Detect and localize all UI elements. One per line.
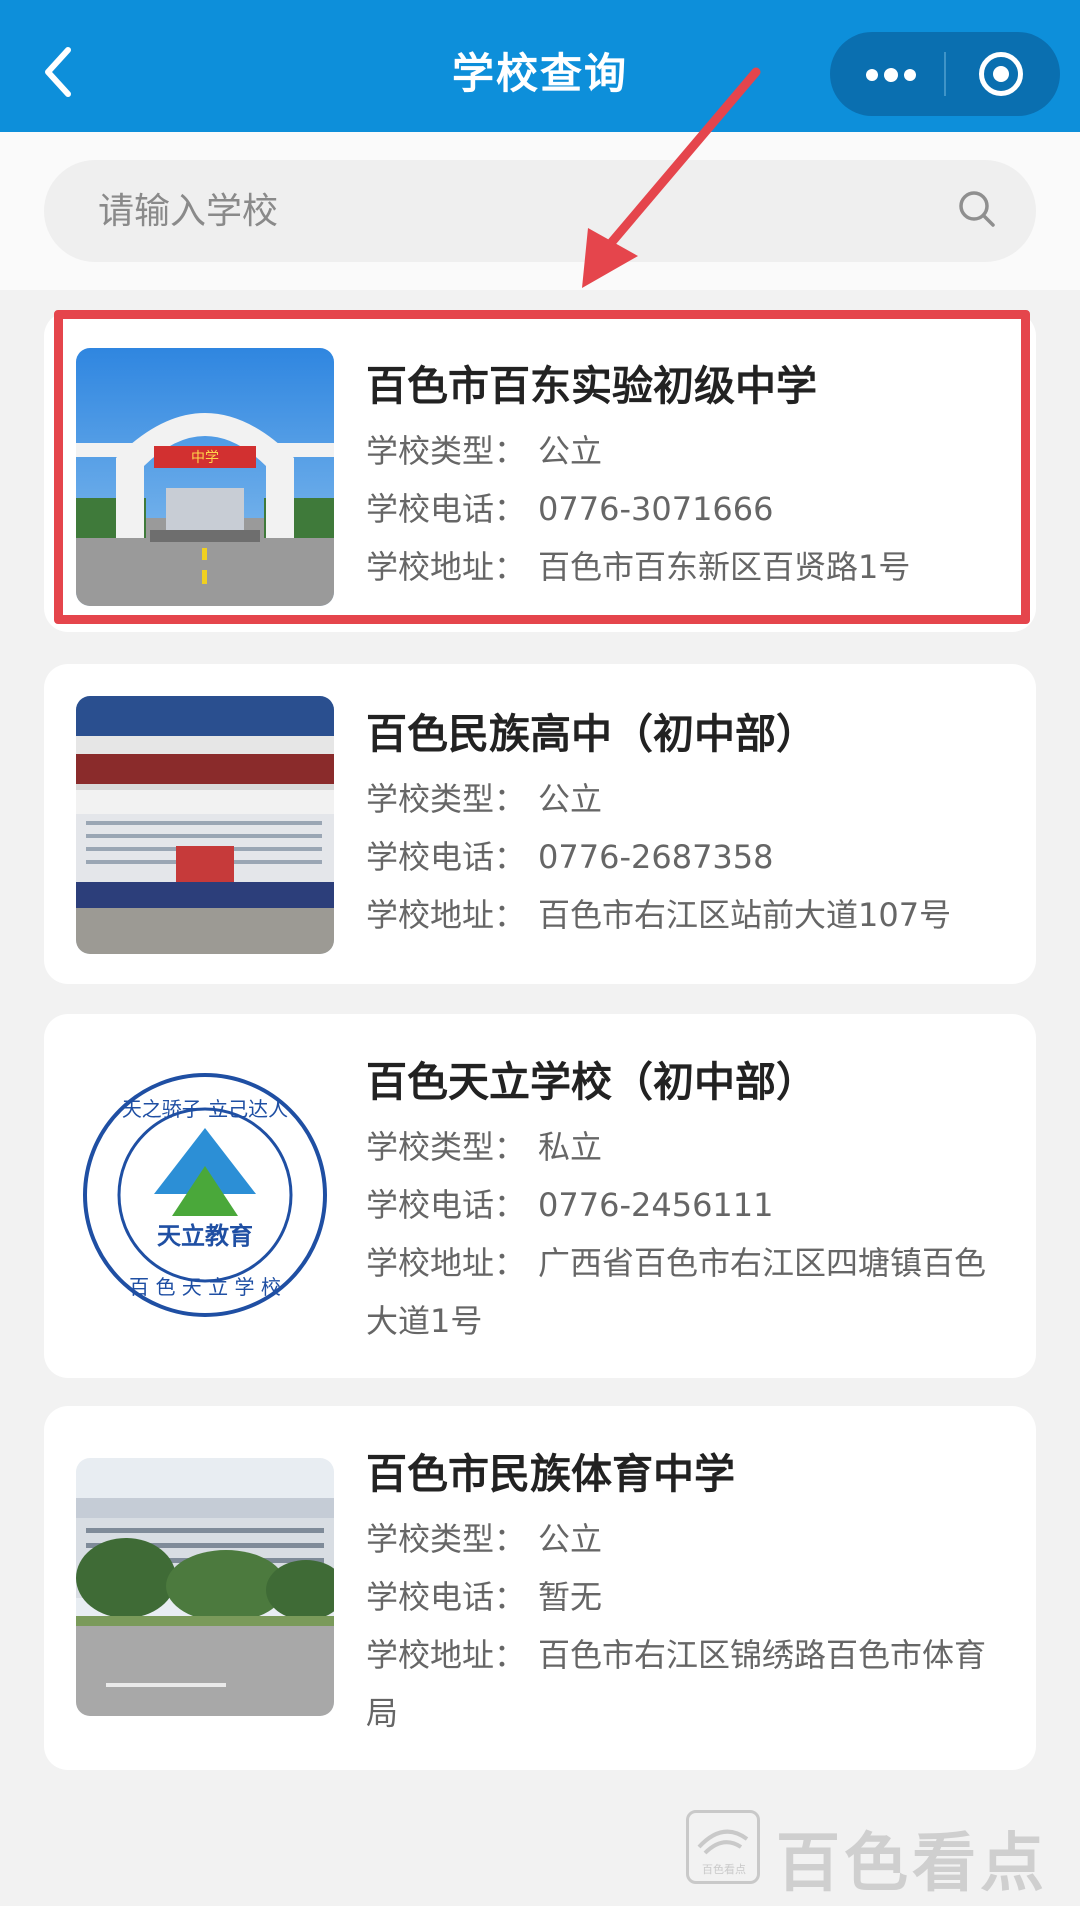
school-type-row: 学校类型： 公立: [366, 1510, 602, 1568]
nav-bar: 学校查询: [0, 0, 1080, 132]
school-name: 百色天立学校（初中部）: [366, 1058, 817, 1106]
logo-text: 天立教育: [157, 1222, 253, 1250]
annotation-arrow-icon: [582, 67, 761, 288]
watermark-logo: 百色看点: [686, 1810, 760, 1884]
school-name: 百色民族高中（初中部）: [366, 710, 817, 758]
school-phone-value[interactable]: 0776-2456111: [538, 1186, 774, 1224]
school-card[interactable]: 天之骄子 立己达人 百 色 天 立 学 校 天立教育 百色天立学校（初中部） 学…: [44, 1014, 1036, 1378]
school-card[interactable]: 百色民族高中（初中部） 学校类型： 公立 学校电话： 0776-2687358 学校…: [44, 664, 1036, 984]
school-phone-value[interactable]: 0776-2687358: [538, 838, 774, 876]
address-label: 学校地址：: [366, 1244, 527, 1282]
search-bar: [0, 132, 1080, 290]
school-photo: [76, 1458, 334, 1716]
type-label: 学校类型：: [366, 1128, 527, 1166]
search-box[interactable]: [44, 160, 1036, 262]
type-label: 学校类型：: [366, 1520, 527, 1558]
address-label: 学校地址：: [366, 1636, 527, 1674]
school-address-row: 学校地址： 百色市右江区锦绣路百色市体育局: [366, 1626, 1016, 1742]
watermark-logo-text: 百色看点: [702, 1863, 746, 1876]
capsule-divider: [944, 52, 946, 96]
school-address-row: 学校地址： 百色市右江区站前大道107号: [366, 886, 951, 944]
close-miniprogram-button[interactable]: [954, 32, 1054, 116]
more-button[interactable]: [840, 32, 940, 116]
school-type-row: 学校类型： 公立: [366, 770, 602, 828]
watermark-text: 百色看点: [776, 1827, 1048, 1901]
more-dots-icon: [866, 69, 878, 81]
school-name: 百色市民族体育中学: [366, 1450, 735, 1498]
school-phone-value: 暂无: [538, 1578, 603, 1616]
search-input[interactable]: [98, 160, 938, 262]
school-photo: [76, 696, 334, 954]
address-label: 学校地址：: [366, 896, 527, 934]
phone-label: 学校电话：: [366, 838, 527, 876]
school-address-row: 学校地址： 广西省百色市右江区四塘镇百色大道1号: [366, 1234, 1016, 1350]
school-phone-row: 学校电话： 暂无: [366, 1568, 602, 1626]
more-dot: [884, 68, 898, 82]
school-type-row: 学校类型： 私立: [366, 1118, 602, 1176]
mini-program-capsule: [830, 32, 1060, 116]
school-logo: 天之骄子 立己达人 百 色 天 立 学 校 天立教育: [76, 1066, 334, 1324]
search-icon[interactable]: [956, 188, 998, 230]
school-type-value: 公立: [538, 1520, 603, 1558]
phone-label: 学校电话：: [366, 1578, 527, 1616]
school-search-page: 学校查询 请输入学校 中学 百色市百东实验初级中学 学校类型： 公立 学校电话：…: [0, 0, 1080, 1906]
svg-text:天之骄子 立己达人: 天之骄子 立己达人: [122, 1097, 288, 1121]
school-phone-row: 学校电话： 0776-2687358: [366, 828, 774, 886]
highlight-box: [54, 310, 1030, 624]
school-card[interactable]: 百色市民族体育中学 学校类型： 公立 学校电话： 暂无 学校地址： 百色市右江区锦绣路…: [44, 1406, 1036, 1770]
svg-text:百 色 天 立 学 校: 百 色 天 立 学 校: [129, 1275, 281, 1299]
watermark: 百色看点 百色看点: [686, 1810, 1066, 1901]
school-type-value: 公立: [538, 780, 603, 818]
school-phone-row: 学校电话： 0776-2456111: [366, 1176, 774, 1234]
school-type-value: 私立: [538, 1128, 603, 1166]
target-dot: [993, 66, 1009, 82]
phone-label: 学校电话：: [366, 1186, 527, 1224]
type-label: 学校类型：: [366, 780, 527, 818]
more-dot: [904, 69, 916, 81]
school-address-value: 百色市右江区站前大道107号: [538, 896, 952, 934]
